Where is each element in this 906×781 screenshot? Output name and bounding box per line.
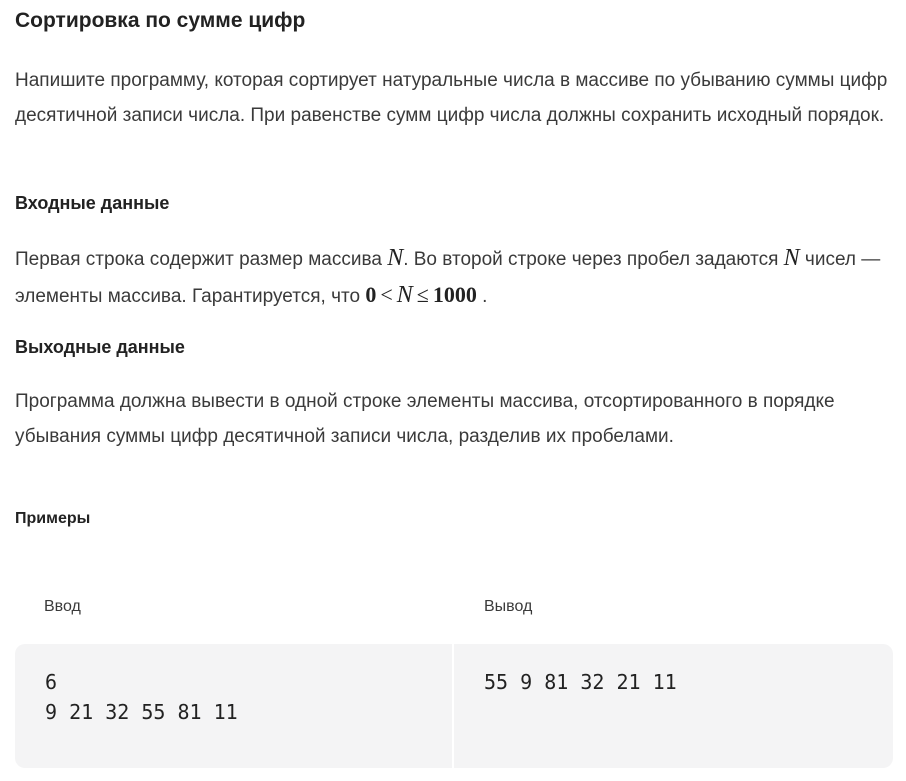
math-var-n-second: N — [783, 245, 800, 271]
example-output-value[interactable]: 55 9 81 32 21 11 — [484, 667, 677, 697]
input-section-heading: Входные данные — [15, 193, 170, 213]
example-table: 6 9 21 32 55 81 11 55 9 81 32 21 11 — [15, 644, 893, 768]
example-input-value[interactable]: 6 9 21 32 55 81 11 — [45, 667, 238, 727]
examples-heading: Примеры — [15, 510, 91, 527]
output-section-text: Программа должна вывести в одной строке … — [15, 391, 835, 447]
input-text-part4: . — [476, 286, 488, 307]
task-description: Напишите программу, которая сортирует на… — [15, 70, 888, 126]
math-var-n: N — [387, 245, 404, 271]
input-section-text: Первая строка содержит размер массива N.… — [15, 241, 893, 314]
math-constraint: 0 < N ≤1000 — [365, 282, 477, 308]
example-column-divider — [452, 644, 454, 768]
output-section-heading: Выходные данные — [15, 337, 185, 357]
task-title: Сортировка по сумме цифр — [15, 9, 306, 32]
input-text-part2: . Во второй строке через пробел задаются — [403, 249, 784, 270]
input-text-part1: Первая строка содержит размер массива — [15, 249, 388, 270]
example-output-label: Вывод — [484, 598, 533, 615]
example-input-label: Ввод — [44, 598, 81, 615]
